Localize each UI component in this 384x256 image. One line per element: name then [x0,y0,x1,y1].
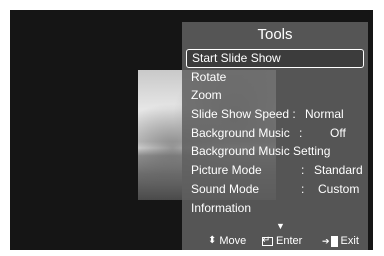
menu-item-separator: : [299,125,303,140]
menu-item-label: Rotate [191,69,227,84]
up-down-arrow-icon: ⬍ [208,235,217,246]
menu-item-separator: : [301,181,305,196]
menu-item-zoom[interactable]: Zoom [186,86,364,105]
tv-screen: Tools Start Slide Show Rotate Zoom Slide… [10,10,373,250]
move-label: Move [219,235,247,247]
menu-list: Start Slide Show Rotate Zoom Slide Show … [186,49,364,217]
menu-item-label: Background Music [191,125,290,140]
move-hint: ⬍ Move [208,232,246,250]
menu-item-label: Zoom [191,88,222,103]
enter-hint: Enter [262,232,302,250]
menu-item-background-music-setting[interactable]: Background Music Setting [186,142,364,161]
menu-item-picture-mode[interactable]: Picture Mode : Standard [186,161,364,180]
menu-item-information[interactable]: Information [186,199,364,218]
menu-item-label: Picture Mode [191,163,262,178]
menu-item-background-music[interactable]: Background Music : Off [186,124,364,143]
menu-item-label: Start Slide Show [192,51,281,65]
menu-item-value: Standard [314,163,363,178]
exit-label: Exit [340,235,359,247]
tools-menu: Tools Start Slide Show Rotate Zoom Slide… [182,22,368,250]
menu-item-separator: : [301,163,305,178]
enter-icon [262,232,273,250]
scroll-down-icon[interactable]: ▼ [276,222,285,231]
menu-item-label: Slide Show Speed : [191,107,296,122]
menu-item-value: Normal [305,107,344,122]
menu-title: Tools [257,26,293,43]
exit-hint: ➔ Exit [322,232,359,250]
exit-icon: ➔ [322,232,338,250]
menu-item-label: Information [191,200,252,215]
menu-item-rotate[interactable]: Rotate [186,68,364,87]
button-hints: ⬍ Move Enter ➔ Exit [182,232,368,250]
menu-item-sound-mode[interactable]: Sound Mode : Custom [186,180,364,199]
menu-item-label: Background Music Setting [191,144,331,159]
menu-item-value: Off [330,125,346,140]
menu-item-label: Sound Mode [191,181,260,196]
enter-label: Enter [276,235,303,247]
menu-item-value: Custom [318,181,360,196]
menu-item-start-slide-show[interactable]: Start Slide Show [186,49,364,68]
menu-item-slide-show-speed[interactable]: Slide Show Speed : Normal [186,105,364,124]
